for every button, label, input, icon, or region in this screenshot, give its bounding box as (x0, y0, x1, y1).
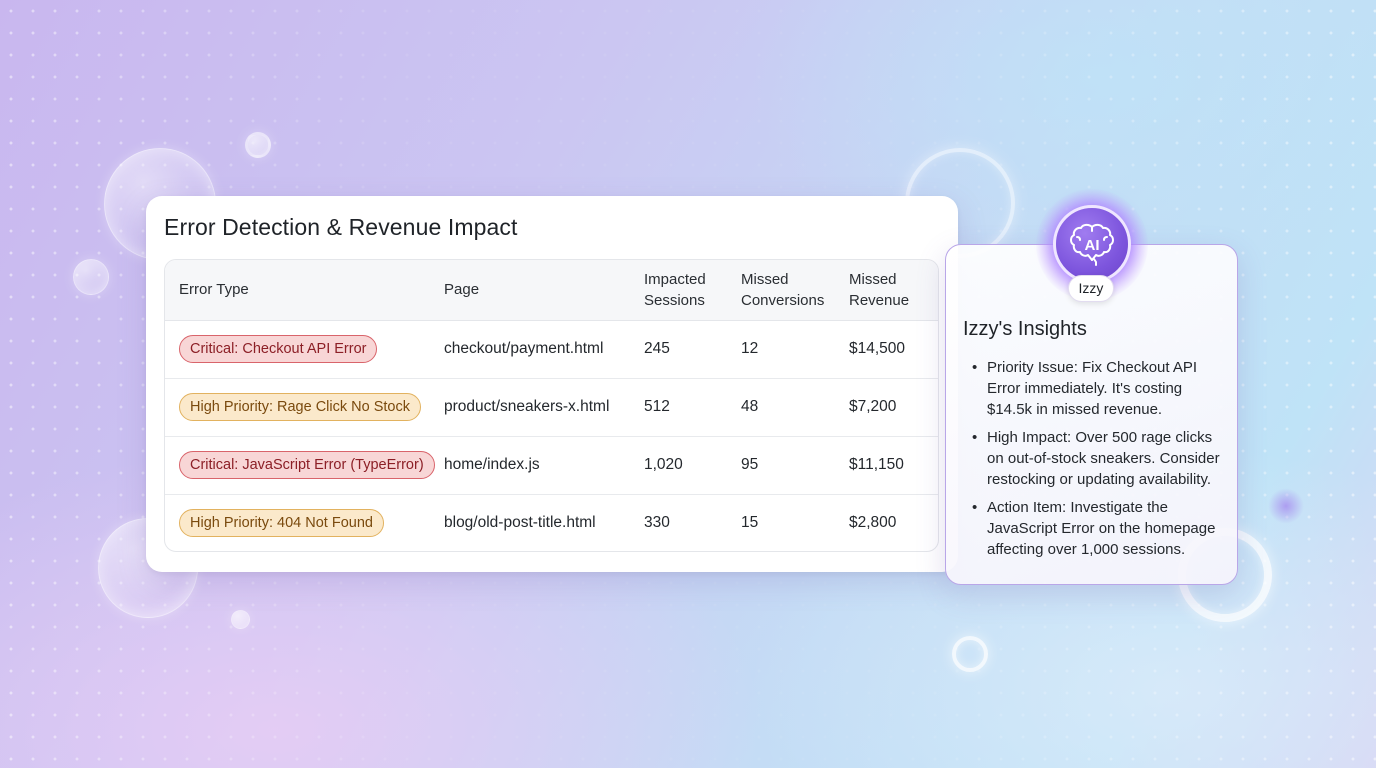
page-cell: checkout/payment.html (444, 340, 604, 357)
column-header-impacted-sessions[interactable]: Impacted Sessions (630, 260, 727, 321)
error-badge-critical[interactable]: Critical: JavaScript Error (TypeError) (179, 451, 435, 479)
sessions-cell: 512 (630, 377, 727, 436)
table-row[interactable]: High Priority: Rage Click No Stock produ… (165, 377, 938, 436)
insights-list: • Priority Issue: Fix Checkout API Error … (969, 357, 1227, 567)
error-table: Error Type Page Impacted Sessions Missed… (165, 260, 938, 551)
page-cell: blog/old-post-title.html (430, 493, 630, 551)
error-type-cell: High Priority: Rage Click No Stock (165, 377, 430, 436)
revenue-cell: $11,150 (835, 435, 938, 494)
bullet-icon: • (972, 359, 978, 376)
bullet-icon: • (972, 499, 978, 516)
error-type-cell: Critical: Checkout API Error (165, 320, 430, 378)
page-cell: home/index.js (430, 435, 630, 494)
error-detection-card: Error Detection & Revenue Impact Error T… (146, 196, 958, 572)
column-header-missed-revenue[interactable]: Missed Revenue (835, 260, 938, 321)
table-header-row: Error Type Page Impacted Sessions Missed… (165, 260, 938, 321)
izzy-name-tag: Izzy (1068, 275, 1114, 302)
error-badge-high-priority[interactable]: High Priority: Rage Click No Stock (179, 393, 421, 421)
error-badge-critical[interactable]: Critical: Checkout API Error (179, 335, 378, 363)
table-row[interactable]: Critical: Checkout API Error checkout/pa… (165, 320, 938, 378)
avatar-ai-label: AI (1085, 237, 1100, 254)
error-type-cell: High Priority: 404 Not Found (165, 493, 430, 551)
izzy-avatar[interactable]: AI (1053, 205, 1131, 283)
card-title: Error Detection & Revenue Impact (164, 214, 518, 240)
error-badge-high-priority[interactable]: High Priority: 404 Not Found (179, 509, 384, 538)
column-header-error-type[interactable]: Error Type (165, 260, 430, 321)
sessions-cell: 245 (644, 340, 670, 357)
insight-item: • Priority Issue: Fix Checkout API Error … (972, 359, 1198, 418)
conversions-cell: 15 (727, 493, 835, 551)
insight-item: • High Impact: Over 500 rage clicks on ou… (972, 429, 1220, 488)
table-row[interactable]: Critical: JavaScript Error (TypeError) h… (165, 435, 938, 494)
insight-item: • Action Item: Investigate the JavaScript… (972, 499, 1216, 558)
revenue-cell: $2,800 (835, 493, 938, 551)
sessions-cell: 330 (630, 493, 727, 551)
decorative-bubble (245, 132, 271, 158)
revenue-cell: $7,200 (835, 377, 938, 436)
page-cell: product/sneakers-x.html (430, 377, 630, 436)
column-header-missed-conversions[interactable]: Missed Conversions (727, 260, 835, 321)
table-row[interactable]: High Priority: 404 Not Found blog/old-po… (165, 493, 938, 551)
conversions-cell: 48 (727, 377, 835, 436)
conversions-cell: 12 (741, 340, 759, 357)
decorative-glow-dot (1268, 488, 1304, 524)
insights-title: Izzy's Insights (963, 318, 1087, 340)
error-table-container: Error Type Page Impacted Sessions Missed… (164, 259, 939, 552)
decorative-bubble (231, 610, 250, 629)
sessions-cell: 1,020 (630, 435, 727, 494)
decorative-bubble (73, 259, 109, 295)
column-header-page[interactable]: Page (430, 260, 630, 321)
bullet-icon: • (972, 429, 978, 446)
revenue-cell: $14,500 (849, 340, 906, 357)
conversions-cell: 95 (727, 435, 835, 494)
error-type-cell: Critical: JavaScript Error (TypeError) (165, 435, 435, 494)
brain-icon: AI (1070, 223, 1114, 266)
decorative-ring (952, 636, 988, 672)
